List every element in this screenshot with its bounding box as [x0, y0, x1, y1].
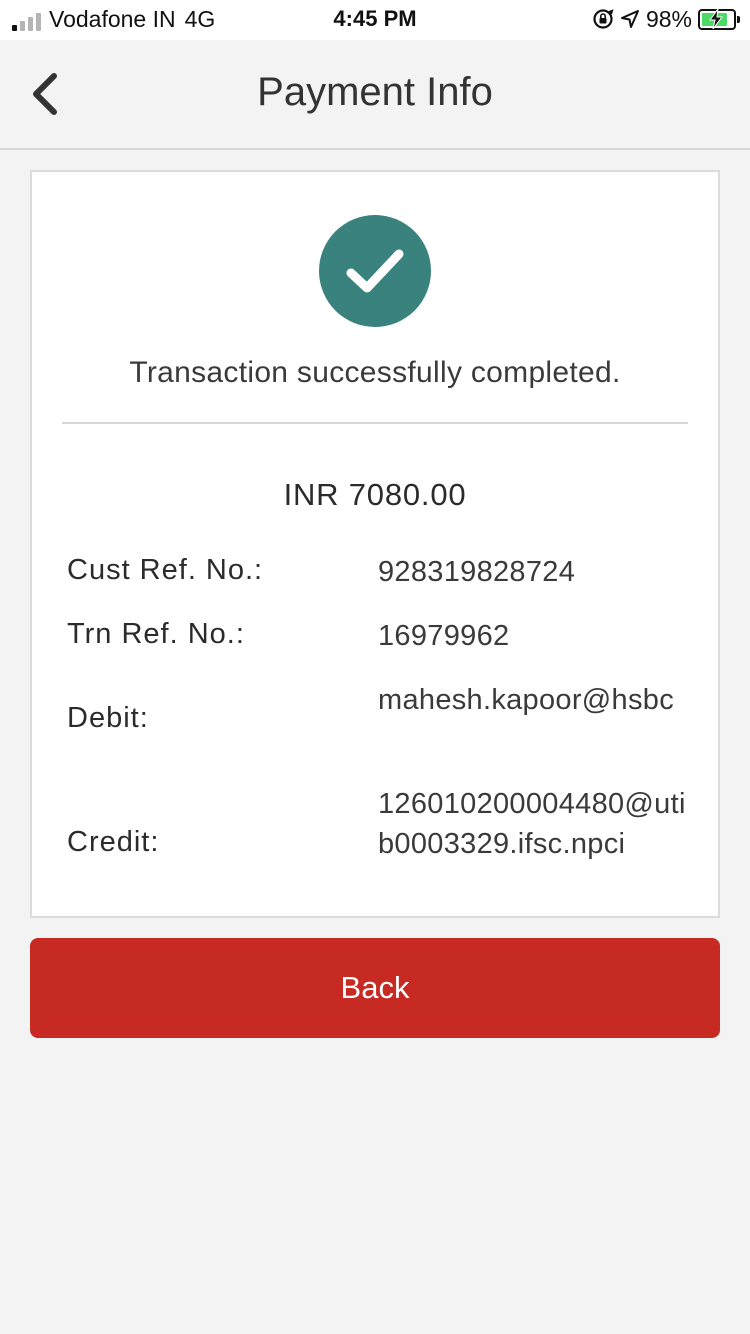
debit-label: Debit:: [67, 702, 149, 734]
location-arrow-icon: [620, 10, 639, 28]
transaction-amount: INR 7080.00: [283, 477, 467, 512]
credit-value: 126010200004480@utib0003329.ifsc.npci: [378, 788, 686, 860]
divider: [62, 422, 688, 424]
credit-label: Credit:: [67, 826, 160, 858]
status-bar-right: 98%: [592, 6, 740, 32]
battery-cap: [737, 15, 740, 23]
battery-percentage: 98%: [645, 6, 692, 32]
page-title: Payment Info: [257, 70, 493, 114]
debit-value: mahesh.kapoor@hsbc: [378, 684, 674, 716]
trn-ref-value: 16979962: [378, 620, 510, 652]
charging-bolt-icon: [709, 8, 723, 29]
battery-charging-icon: [698, 8, 740, 30]
navigation-header: Payment Info: [0, 40, 750, 150]
status-bar: Vodafone IN 4G 4:45 PM 98%: [0, 0, 750, 40]
success-message: Transaction successfully completed.: [129, 356, 621, 389]
trn-ref-label: Trn Ref. No.:: [67, 618, 245, 650]
check-circle-icon: [319, 215, 431, 327]
orientation-lock-icon: [593, 9, 614, 29]
cust-ref-label: Cust Ref. No.:: [67, 554, 264, 586]
cust-ref-value: 928319828724: [378, 556, 576, 588]
back-button[interactable]: Back: [30, 938, 720, 1038]
receipt-card: Transaction successfully completed. INR …: [30, 170, 720, 918]
